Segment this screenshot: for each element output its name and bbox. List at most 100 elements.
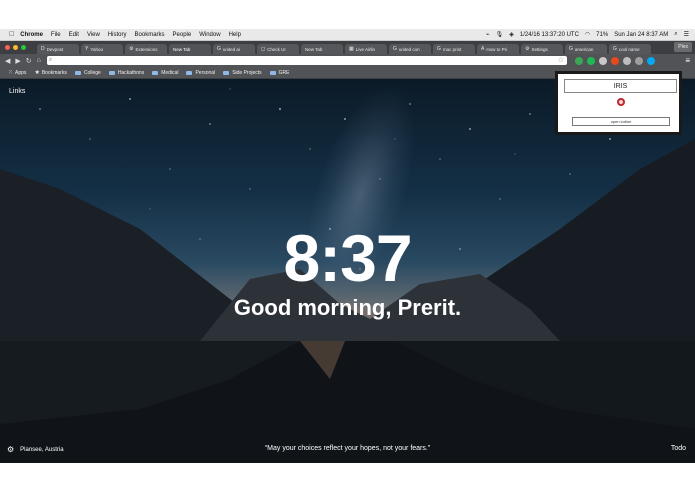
menu-people[interactable]: People — [173, 32, 192, 38]
page-favicon-icon: ◻ — [261, 46, 266, 52]
profile-button[interactable]: Plex — [674, 42, 692, 52]
back-arrow-icon[interactable]: ◀ — [5, 57, 10, 65]
bookmark-folder-side-projects[interactable]: Side Projects — [223, 70, 262, 76]
bookmark-folder-hackathons[interactable]: Hackathons — [108, 69, 145, 76]
menu-bookmarks[interactable]: Bookmarks — [135, 32, 165, 38]
tab-live-airline[interactable]: ▦ Live Airlin — [345, 44, 387, 54]
folder-icon — [74, 70, 81, 75]
iris-extension-icon[interactable] — [646, 56, 655, 65]
tab-american[interactable]: Gamerican — [565, 44, 607, 54]
grid-favicon-icon: ▦ — [349, 46, 354, 52]
menu-edit[interactable]: Edit — [69, 32, 79, 38]
record-icon[interactable] — [617, 98, 625, 106]
menu-app-name[interactable]: Chrome — [20, 32, 43, 38]
extension-icon-6[interactable] — [634, 56, 643, 65]
menu-file[interactable]: File — [51, 32, 61, 38]
bookmark-label: Personal — [195, 69, 216, 76]
tab-devpost[interactable]: D Devpost — [37, 44, 79, 54]
apple-icon[interactable]:  — [9, 31, 14, 38]
google-favicon-icon: G — [613, 46, 617, 52]
folder-icon — [108, 70, 115, 75]
tab-label: united ai — [222, 46, 240, 52]
reload-icon[interactable]: ↻ — [26, 57, 32, 65]
search-icon: ⌕ — [48, 57, 53, 63]
tab-settings[interactable]: ⚙ Settings — [521, 44, 563, 54]
folder-icon — [269, 70, 276, 75]
iris-popup: IRIS open iodine — [555, 71, 682, 135]
tab-label: New Tab — [173, 46, 191, 52]
chrome-menu-icon[interactable]: ≡ — [685, 56, 690, 65]
browser-toolbar: ◀ ▶ ↻ ⌂ ⌕ ☆ ≡ — [0, 54, 695, 73]
apps-shortcut[interactable]: ⁙ Apps — [8, 69, 27, 77]
open-iodine-button[interactable]: open iodine — [572, 117, 670, 126]
google-favicon-icon: G — [217, 46, 221, 52]
google-favicon-icon: G — [569, 46, 573, 52]
tab-label: mac print — [442, 46, 462, 52]
tab-extensions[interactable]: ⚙ Extensions — [125, 44, 167, 54]
tab-mac-print[interactable]: Gmac print — [433, 44, 475, 54]
wifi-icon[interactable]: ◠ — [585, 31, 590, 38]
gear-icon: ⚙ — [525, 46, 530, 52]
todo-button[interactable]: Todo — [671, 445, 686, 452]
bookmark-bookmarks[interactable]: ★ Bookmarks — [34, 69, 66, 77]
menu-history[interactable]: History — [108, 32, 127, 38]
tab-label: united con — [398, 46, 420, 52]
bookmark-folder-personal[interactable]: Personal — [186, 70, 215, 76]
tab-yahoo[interactable]: Y Yahoo — [81, 44, 123, 54]
mac-menu-bar:  Chrome File Edit View History Bookmark… — [0, 29, 695, 41]
tab-label: How to Pri — [486, 46, 508, 52]
status-datetime[interactable]: 1/24/16 13:37:20 UTC — [520, 32, 579, 38]
bookmark-label: College — [83, 69, 101, 76]
devpost-favicon-icon: D — [41, 46, 45, 52]
tab-label: cool name — [618, 46, 640, 52]
iris-title: IRIS — [564, 79, 677, 93]
notification-center-icon[interactable]: ☰ — [684, 31, 689, 38]
minimize-window-button[interactable] — [13, 45, 18, 50]
wifi-signal-icon[interactable]: ⌁ — [486, 31, 490, 38]
battery-level[interactable]: 71% — [596, 32, 608, 38]
tab-united-con[interactable]: Gunited con — [389, 44, 431, 54]
menu-window[interactable]: Window — [199, 32, 220, 38]
extension-icon-3[interactable] — [598, 56, 607, 65]
tab-label: american — [574, 46, 594, 52]
bookmark-label: GRE — [278, 69, 290, 76]
apps-grid-icon: ⁙ — [8, 70, 14, 76]
menu-clock[interactable]: Sun Jan 24 8:37 AM — [614, 32, 668, 38]
extension-icon-4[interactable] — [610, 56, 619, 65]
close-window-button[interactable] — [5, 45, 10, 50]
address-bar[interactable]: ⌕ ☆ — [46, 56, 567, 73]
folder-icon — [223, 70, 230, 75]
home-icon[interactable]: ⌂ — [37, 57, 41, 64]
tab-new-tab[interactable]: New Tab — [301, 44, 343, 54]
zoom-window-button[interactable] — [21, 45, 26, 50]
microphone-icon[interactable]: 🎙 — [496, 31, 504, 38]
bookmark-folder-medical[interactable]: Medical — [152, 70, 178, 76]
apps-label: Apps — [15, 69, 27, 76]
tab-label: Check Ur — [267, 46, 286, 52]
tab-check-ur[interactable]: ◻ Check Ur — [257, 44, 299, 54]
tab-cool-name[interactable]: Gcool name — [609, 44, 651, 54]
tab-how-to-print[interactable]: A How to Pri — [477, 44, 519, 54]
new-tab-page: Links 8:37 Good morning, Prerit. ⚙ Plans… — [0, 79, 695, 463]
extension-icon-1[interactable] — [574, 56, 583, 65]
extensions-area — [574, 56, 659, 65]
tab-label: Extensions — [135, 46, 158, 52]
tab-new-tab-active[interactable]: New Tab — [169, 44, 211, 54]
menu-view[interactable]: View — [87, 32, 100, 38]
forward-arrow-icon[interactable]: ▶ — [15, 57, 20, 65]
bookmark-star-icon[interactable]: ☆ — [558, 56, 564, 65]
links-menu[interactable]: Links — [9, 88, 25, 95]
extension-icon-5[interactable] — [622, 56, 631, 65]
dropbox-icon[interactable]: ◈ — [509, 31, 514, 38]
bookmark-label: Hackathons — [117, 69, 145, 76]
extension-icon-2[interactable] — [586, 56, 595, 65]
bookmark-folder-college[interactable]: College — [74, 69, 101, 76]
yahoo-favicon-icon: Y — [85, 46, 89, 52]
spotlight-icon[interactable]: ⌕ — [674, 31, 677, 38]
menu-help[interactable]: Help — [229, 32, 241, 38]
tab-united-airlines[interactable]: Gunited ai — [213, 44, 255, 54]
google-favicon-icon: G — [393, 46, 397, 52]
menu-status-area: ⌁ 🎙 ◈ 1/24/16 13:37:20 UTC ◠ 71% Sun Jan… — [480, 29, 689, 40]
clock-time: 8:37 — [283, 221, 412, 295]
bookmark-folder-gre[interactable]: GRE — [269, 69, 290, 76]
